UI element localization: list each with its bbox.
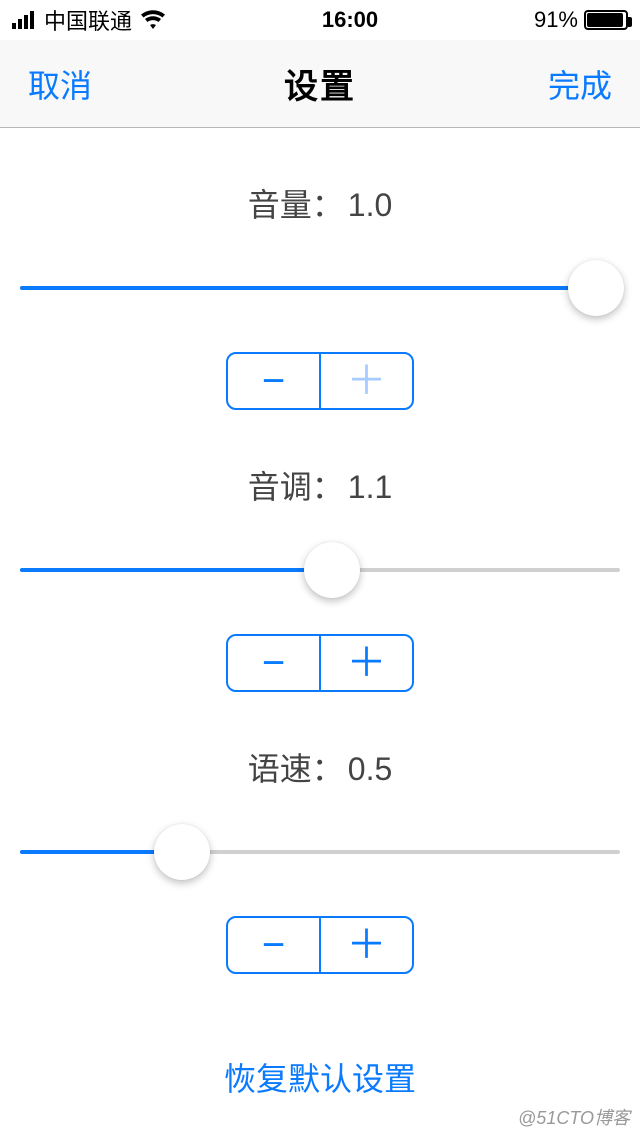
volume-slider-thumb[interactable] xyxy=(568,260,624,316)
rate-stepper: − ＋ xyxy=(226,916,414,974)
status-bar: 中国联通 16:00 91% xyxy=(0,0,640,40)
rate-label: 语速：0.5 xyxy=(20,744,620,790)
cellular-signal-icon xyxy=(12,11,36,29)
plus-icon: ＋ xyxy=(347,361,387,401)
pitch-slider-thumb[interactable] xyxy=(304,542,360,598)
minus-icon: − xyxy=(262,361,285,401)
status-right: 91% xyxy=(534,7,628,33)
wifi-icon xyxy=(140,10,166,30)
volume-slider[interactable] xyxy=(20,286,620,290)
battery-percent: 91% xyxy=(534,7,578,33)
watermark: @51CTO博客 xyxy=(518,1104,630,1130)
plus-icon: ＋ xyxy=(347,925,387,965)
carrier-label: 中国联通 xyxy=(44,4,132,36)
volume-increment-button[interactable]: ＋ xyxy=(321,354,412,408)
minus-icon: − xyxy=(262,643,285,683)
status-left: 中国联通 xyxy=(12,4,166,36)
status-time: 16:00 xyxy=(322,7,378,33)
rate-slider-thumb[interactable] xyxy=(154,824,210,880)
plus-icon: ＋ xyxy=(347,643,387,683)
pitch-slider-fill xyxy=(20,568,332,572)
rate-value: 0.5 xyxy=(348,751,392,787)
volume-slider-fill xyxy=(20,286,620,290)
rate-increment-button[interactable]: ＋ xyxy=(321,918,412,972)
rate-decrement-button[interactable]: − xyxy=(228,918,321,972)
volume-decrement-button[interactable]: − xyxy=(228,354,321,408)
pitch-value: 1.1 xyxy=(348,469,392,505)
rate-slider[interactable] xyxy=(20,850,620,854)
battery-icon xyxy=(584,10,628,30)
minus-icon: − xyxy=(262,925,285,965)
page-title: 设置 xyxy=(284,59,356,108)
volume-value: 1.0 xyxy=(348,187,392,223)
nav-bar: 取消 设置 完成 xyxy=(0,40,640,128)
cancel-button[interactable]: 取消 xyxy=(28,61,92,107)
done-button[interactable]: 完成 xyxy=(548,61,612,107)
volume-label: 音量：1.0 xyxy=(20,180,620,226)
pitch-decrement-button[interactable]: − xyxy=(228,636,321,690)
pitch-stepper: − ＋ xyxy=(226,634,414,692)
pitch-label: 音调：1.1 xyxy=(20,462,620,508)
volume-stepper: − ＋ xyxy=(226,352,414,410)
reset-defaults-button[interactable]: 恢复默认设置 xyxy=(20,1054,620,1100)
pitch-slider[interactable] xyxy=(20,568,620,572)
pitch-increment-button[interactable]: ＋ xyxy=(321,636,412,690)
settings-content: 音量：1.0 − ＋ 音调：1.1 − ＋ 语速：0.5 xyxy=(0,180,640,1100)
